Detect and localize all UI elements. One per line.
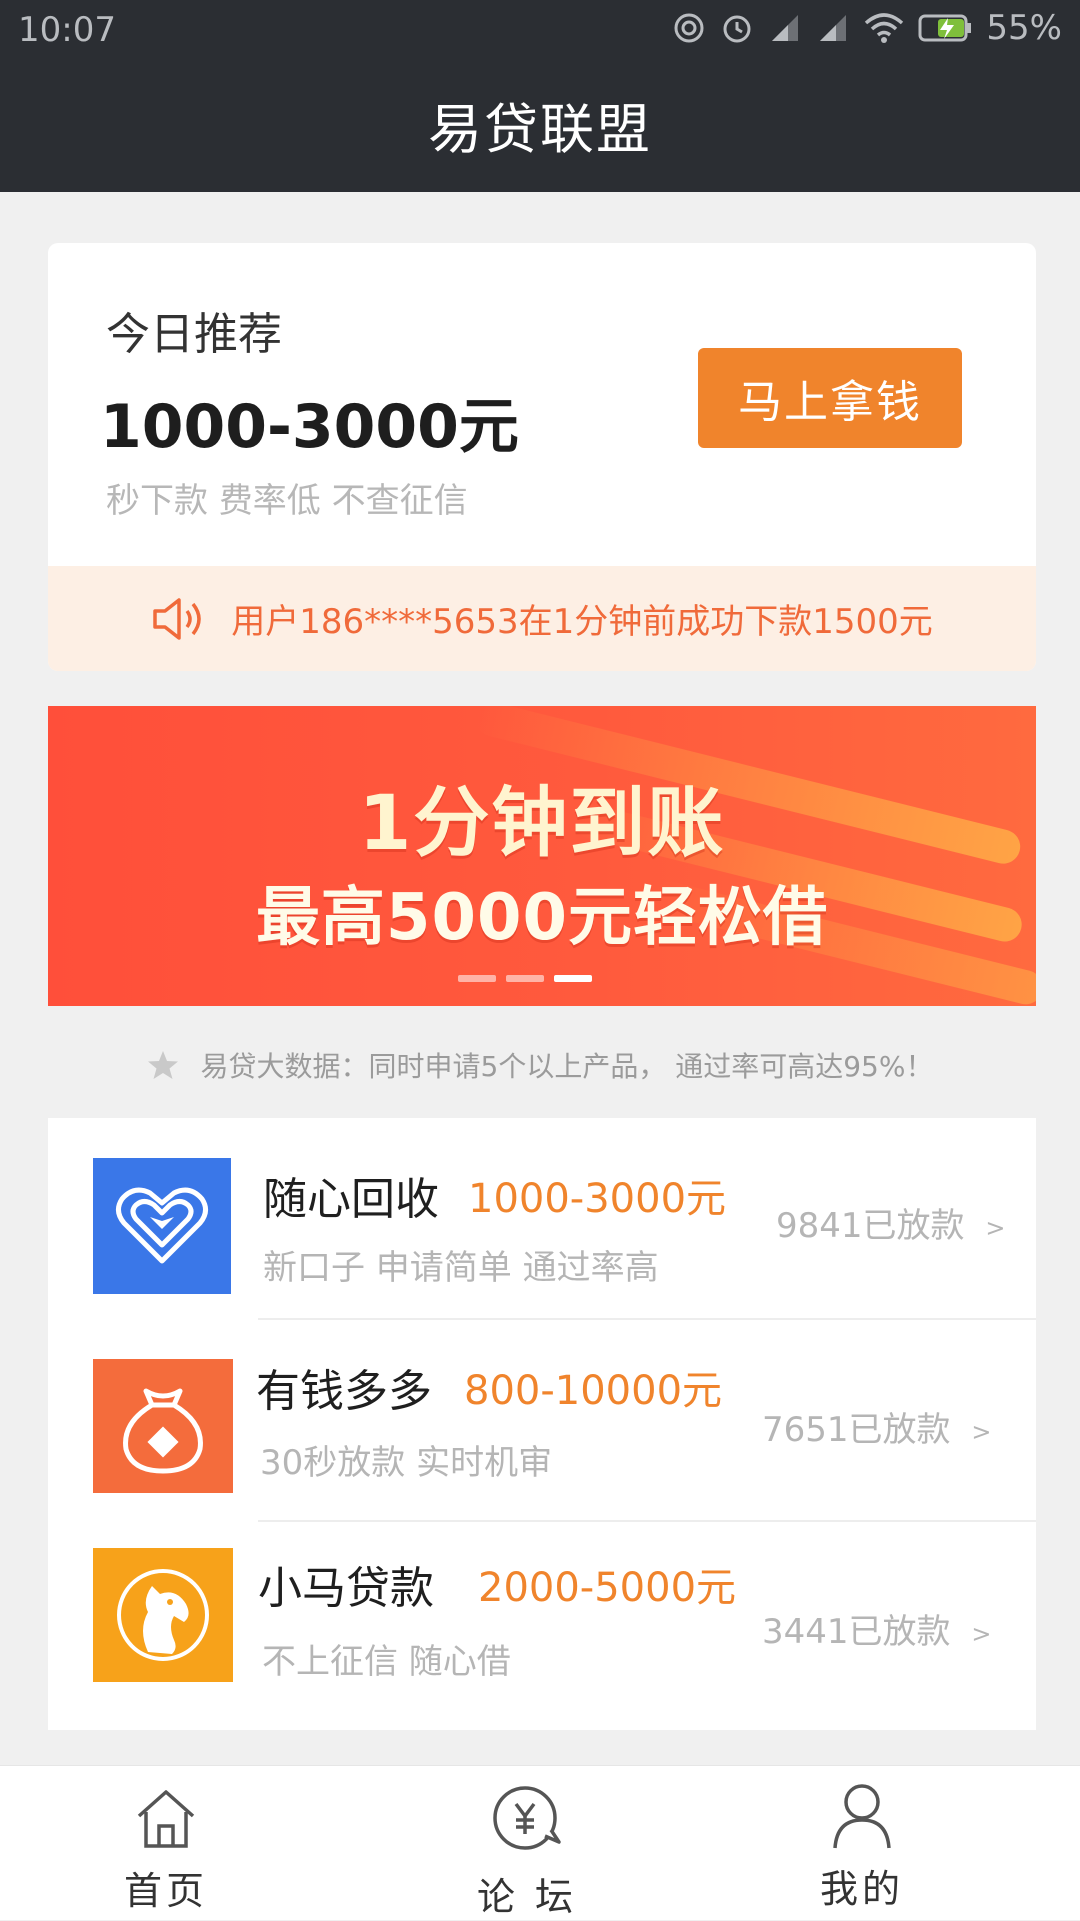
chevron-right-icon: > <box>985 1213 1006 1242</box>
chevron-right-icon: > <box>971 1417 992 1446</box>
alarm-icon <box>723 15 751 43</box>
product-name: 有钱多多 <box>256 1366 432 1417</box>
money-bag-icon <box>93 1359 233 1493</box>
battery-percentage: 55% <box>986 8 1062 48</box>
big-data-tip: 易贷大数据：同时申请5个以上产品， 通过率可高达95%！ <box>0 1040 1080 1090</box>
list-item[interactable]: 有钱多多 800-10000元 30秒放款 实时机审 7651已放款 > <box>48 1320 1036 1522</box>
product-range: 2000-5000元 <box>478 1565 737 1611</box>
nav-mine-label: 我的 <box>819 1867 904 1911</box>
forum-yen-icon <box>493 1786 561 1850</box>
product-description: 不上征信 随心借 <box>262 1642 511 1682</box>
promo-banner[interactable]: 1分钟到账 最高5000元轻松借 <box>48 706 1036 1006</box>
product-list: 随心回收 1000-3000元 新口子 申请简单 通过率高 9841已放款 > … <box>48 1118 1036 1730</box>
page-title: 易贷联盟 <box>428 98 652 161</box>
product-description: 30秒放款 实时机审 <box>260 1443 553 1483</box>
list-item[interactable]: 小马贷款 2000-5000元 不上征信 随心借 3441已放款 > <box>48 1522 1036 1730</box>
product-name: 小马贷款 <box>258 1563 434 1614</box>
recommend-card: 今日推荐 1000-3000元 秒下款 费率低 不查征信 马上拿钱 用户186*… <box>48 243 1036 671</box>
top-bar: 10:07 55% 易贷联盟 <box>0 0 1080 192</box>
star-icon <box>147 1051 178 1079</box>
home-icon <box>137 1790 195 1848</box>
product-loan-count: 9841已放款 > <box>776 1198 1005 1247</box>
hotspot-icon <box>674 13 704 43</box>
product-range: 1000-3000元 <box>468 1176 727 1222</box>
loan-count-text: 7651已放款 <box>762 1410 951 1450</box>
nav-home-label: 首页 <box>123 1869 208 1913</box>
battery-icon <box>918 14 972 42</box>
loan-notice-bar: 用户186****5653在1分钟前成功下款1500元 <box>48 566 1036 671</box>
list-item[interactable]: 随心回收 1000-3000元 新口子 申请简单 通过率高 9841已放款 > <box>48 1118 1036 1320</box>
signal-icon <box>772 15 799 41</box>
banner-dot[interactable] <box>506 975 544 982</box>
heart-icon <box>93 1158 231 1294</box>
nav-forum[interactable]: 论 坛 <box>427 1766 627 1921</box>
notice-text: 用户186****5653在1分钟前成功下款1500元 <box>231 602 933 642</box>
get-money-button[interactable]: 马上拿钱 <box>698 348 962 448</box>
nav-mine[interactable]: 我的 <box>762 1766 962 1921</box>
product-loan-count: 7651已放款 > <box>762 1402 991 1451</box>
product-description: 新口子 申请简单 通过率高 <box>263 1248 659 1288</box>
recommend-description: 秒下款 费率低 不查征信 <box>106 481 468 521</box>
chevron-right-icon: > <box>971 1619 992 1648</box>
recommend-amount: 1000-3000元 <box>100 392 519 462</box>
signal-icon-2 <box>820 15 847 41</box>
tip-text: 易贷大数据：同时申请5个以上产品， 通过率可高达95%！ <box>200 1050 934 1083</box>
banner-pagination <box>458 975 592 982</box>
bottom-navigation: 首页 论 坛 我的 <box>0 1765 1080 1920</box>
status-bar: 10:07 55% <box>0 0 1080 60</box>
loan-count-text: 3441已放款 <box>762 1612 951 1652</box>
speaker-icon <box>153 597 201 640</box>
banner-dot[interactable] <box>458 975 496 982</box>
recommend-label: 今日推荐 <box>106 309 282 360</box>
user-icon <box>833 1784 891 1849</box>
loan-count-text: 9841已放款 <box>776 1206 965 1246</box>
status-icons: 55% <box>672 8 1062 48</box>
horse-icon <box>93 1548 233 1682</box>
wifi-icon <box>865 13 904 43</box>
status-time: 10:07 <box>18 10 116 50</box>
banner-subheadline: 最高5000元轻松借 <box>255 881 829 955</box>
product-loan-count: 3441已放款 > <box>762 1604 991 1653</box>
product-name: 随心回收 <box>263 1174 439 1225</box>
banner-headline: 1分钟到账 <box>358 778 726 867</box>
nav-forum-label: 论 坛 <box>476 1875 578 1919</box>
nav-home[interactable]: 首页 <box>66 1766 266 1921</box>
product-range: 800-10000元 <box>464 1368 723 1414</box>
banner-dot-active[interactable] <box>554 975 592 982</box>
